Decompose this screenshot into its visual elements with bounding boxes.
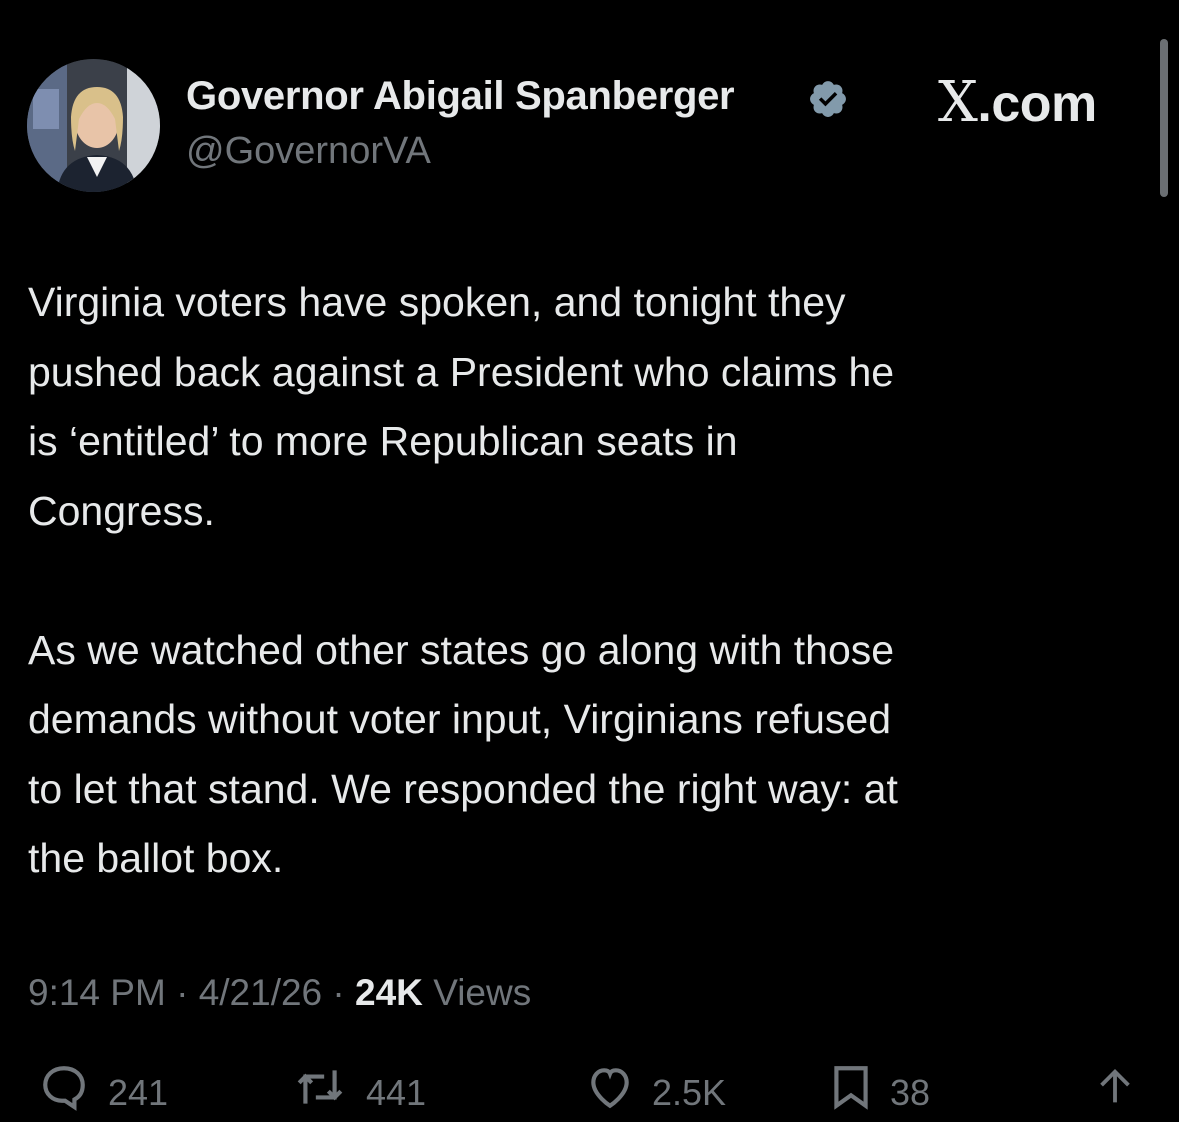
tweet-date[interactable]: 4/21/26 xyxy=(199,972,322,1013)
repost-icon xyxy=(297,1070,343,1104)
brand-logo: X.com xyxy=(938,70,1097,135)
like-button[interactable]: 2.5K xyxy=(582,1062,726,1114)
views-label: Views xyxy=(422,972,532,1013)
author-handle[interactable]: @GovernorVA xyxy=(186,130,431,173)
share-icon xyxy=(1100,1068,1130,1103)
views-count: 24K xyxy=(355,972,423,1013)
reply-count: 241 xyxy=(108,1072,169,1113)
bookmark-icon xyxy=(834,1066,868,1110)
bookmark-button[interactable]: 38 xyxy=(826,1062,930,1114)
tweet-time[interactable]: 9:14 PM xyxy=(28,972,166,1013)
x-logo-icon: X xyxy=(938,70,978,135)
reply-icon xyxy=(43,1066,85,1111)
tweet-paragraph: Virginia voters have spoken, and tonight… xyxy=(28,279,895,534)
bookmark-count: 38 xyxy=(890,1072,931,1113)
scrollbar[interactable] xyxy=(1160,39,1168,197)
verified-badge-icon xyxy=(810,81,846,117)
repost-button[interactable]: 441 xyxy=(288,1062,426,1114)
brand-text: com xyxy=(991,75,1097,133)
tweet-paragraph: As we watched other states go along with… xyxy=(28,626,898,882)
meta-separator: · xyxy=(165,972,199,1013)
action-bar: 241 441 2.5K 38 xyxy=(0,1062,1179,1122)
meta-separator: · xyxy=(322,972,356,1013)
brand-dot: . xyxy=(977,75,992,133)
profile-photo-icon xyxy=(27,59,160,192)
repost-count: 441 xyxy=(366,1072,427,1113)
display-name[interactable]: Governor Abigail Spanberger xyxy=(186,74,735,119)
share-button[interactable] xyxy=(1092,1062,1138,1112)
heart-icon xyxy=(591,1068,629,1109)
tweet-metadata: 9:14 PM · 4/21/26 · 24K Views xyxy=(28,972,531,1014)
like-count: 2.5K xyxy=(652,1072,727,1113)
avatar[interactable] xyxy=(27,59,160,192)
reply-button[interactable]: 241 xyxy=(34,1062,168,1114)
tweet-body: Virginia voters have spoken, and tonight… xyxy=(28,268,1148,894)
